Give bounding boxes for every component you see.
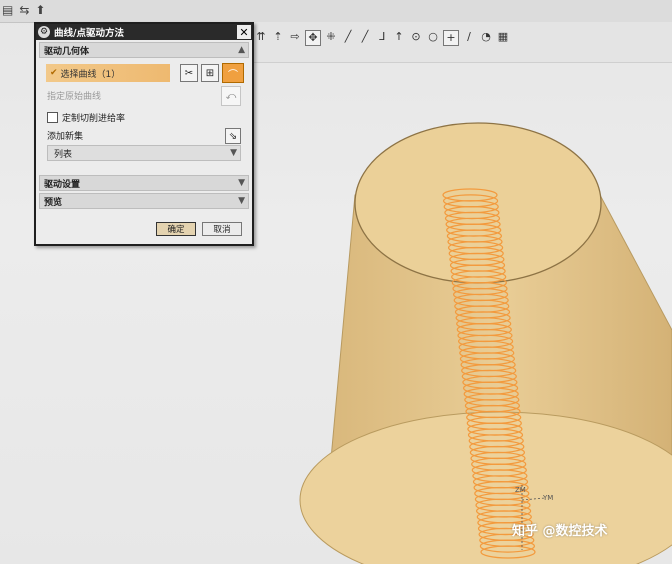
axis-zm-label: ZM — [515, 486, 526, 494]
custom-feed-checkbox[interactable] — [47, 111, 58, 123]
watermark: 知乎 @数控技术 — [512, 524, 608, 539]
cancel-button[interactable]: 取消 — [202, 222, 242, 236]
section-drive-geometry-label: 驱动几何体 — [44, 46, 90, 57]
add-new-set-button[interactable]: ⇘ — [225, 128, 241, 144]
chevron-down-icon[interactable]: ▼ — [238, 178, 245, 188]
add-new-set-row: 添加新集 ⇘ — [39, 126, 249, 144]
dialog-title: 曲线/点驱动方法 — [54, 28, 124, 39]
select-curve-label: 选择曲线（1） — [60, 69, 121, 80]
ok-button[interactable]: 确定 — [156, 222, 196, 236]
select-curve-field[interactable]: ✔ 选择曲线（1） — [46, 64, 170, 82]
section-preview[interactable]: 预览 ▼ — [39, 193, 249, 209]
remove-curve-button[interactable]: ✂ — [180, 64, 198, 82]
section-drive-geometry[interactable]: 驱动几何体 ▲ — [39, 42, 249, 58]
close-icon[interactable]: ✕ — [237, 25, 251, 39]
custom-feed-row: 定制切削进给率 — [39, 108, 249, 126]
chevron-down-icon[interactable]: ▼ — [230, 148, 237, 158]
curve-select-button[interactable]: ⌒ — [222, 63, 244, 83]
custom-feed-label: 定制切削进给率 — [62, 113, 126, 124]
specify-origin-curve-label: 指定原始曲线 — [47, 91, 102, 102]
section-drive-settings[interactable]: 驱动设置 ▼ — [39, 175, 249, 191]
specify-origin-curve-row: 指定原始曲线 ⤺ — [39, 86, 249, 106]
gear-icon[interactable]: ⚙ — [38, 26, 50, 38]
axis-ym-label: YM — [543, 494, 554, 502]
checkmark-icon: ✔ — [50, 68, 58, 78]
section-drive-settings-label: 驱动设置 — [44, 179, 81, 190]
chevron-up-icon[interactable]: ▲ — [238, 45, 245, 55]
list-label: 列表 — [54, 149, 73, 160]
add-curve-button[interactable]: ⊞ — [201, 64, 219, 82]
dialog-title-bar[interactable]: ⚙ 曲线/点驱动方法 ✕ — [36, 24, 252, 40]
select-curve-row: ✔ 选择曲线（1） ✂ ⊞ ⌒ — [39, 58, 249, 86]
chevron-down-icon[interactable]: ▼ — [238, 196, 245, 206]
curve-point-drive-dialog: ⚙ 曲线/点驱动方法 ✕ 驱动几何体 ▲ ✔ 选择曲线（1） ✂ ⊞ ⌒ 指定原… — [34, 22, 254, 246]
add-new-set-label: 添加新集 — [47, 131, 84, 142]
origin-curve-icon[interactable]: ⤺ — [221, 86, 241, 106]
list-dropdown[interactable]: 列表 ▼ — [47, 145, 241, 161]
section-preview-label: 预览 — [44, 197, 63, 208]
